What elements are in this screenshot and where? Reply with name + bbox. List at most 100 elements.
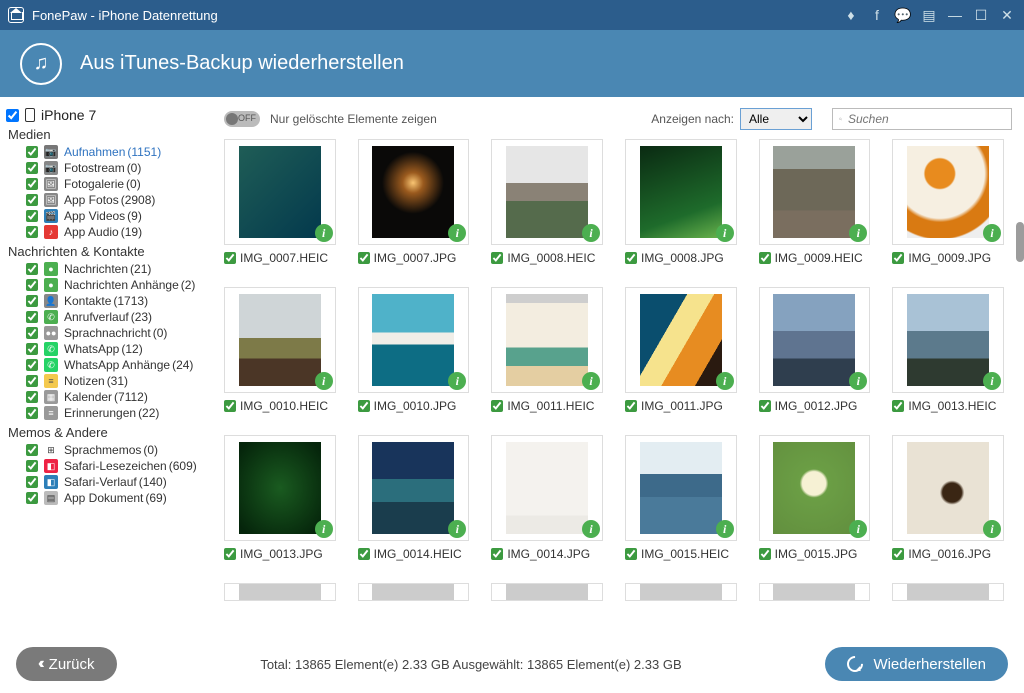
thumbnail-checkbox[interactable] xyxy=(759,548,771,560)
maximize-icon[interactable]: ☐ xyxy=(972,6,990,24)
thumbnail-checkbox[interactable] xyxy=(625,548,637,560)
search-input[interactable] xyxy=(848,112,1005,126)
sidebar-item[interactable]: ✆ WhatsApp (12) xyxy=(6,341,206,357)
thumbnail-card[interactable]: i xyxy=(625,287,737,393)
thumbnail[interactable]: i IMG_0013.JPG xyxy=(224,435,336,561)
thumbnail-checkbox[interactable] xyxy=(625,400,637,412)
thumbnail-card[interactable]: i xyxy=(224,139,336,245)
deleted-only-switch[interactable]: OFF xyxy=(224,111,260,127)
thumbnail-checkbox[interactable] xyxy=(224,252,236,264)
sidebar-item[interactable]: 🖼 App Fotos (2908) xyxy=(6,192,206,208)
thumbnail[interactable] xyxy=(759,583,871,601)
sidebar-item[interactable]: ⊞ Sprachmemos (0) xyxy=(6,442,206,458)
thumbnail-checkbox[interactable] xyxy=(892,252,904,264)
sidebar-item-checkbox[interactable] xyxy=(26,444,38,456)
thumbnail[interactable]: i IMG_0007.JPG xyxy=(358,139,470,265)
sidebar-item-checkbox[interactable] xyxy=(26,226,38,238)
thumbnail-checkbox[interactable] xyxy=(491,400,503,412)
sidebar-item-checkbox[interactable] xyxy=(26,146,38,158)
info-icon[interactable]: i xyxy=(448,520,466,538)
info-icon[interactable]: i xyxy=(315,520,333,538)
sidebar-item[interactable]: 👤 Kontakte (1713) xyxy=(6,293,206,309)
thumbnail[interactable]: i IMG_0011.HEIC xyxy=(491,287,603,413)
info-icon[interactable]: i xyxy=(849,372,867,390)
thumbnail-checkbox[interactable] xyxy=(892,548,904,560)
chat-icon[interactable]: 💬 xyxy=(894,6,912,24)
sidebar-item-checkbox[interactable] xyxy=(26,492,38,504)
minimize-icon[interactable]: — xyxy=(946,6,964,24)
thumbnail-card[interactable]: i xyxy=(224,287,336,393)
thumbnail[interactable]: i IMG_0009.HEIC xyxy=(759,139,871,265)
thumbnail[interactable]: i IMG_0008.JPG xyxy=(625,139,737,265)
thumbnail-card[interactable]: i xyxy=(892,435,1004,541)
sidebar-item-checkbox[interactable] xyxy=(26,178,38,190)
thumbnail-card[interactable]: i xyxy=(892,287,1004,393)
thumbnail-checkbox[interactable] xyxy=(224,548,236,560)
info-icon[interactable]: i xyxy=(849,224,867,242)
info-icon[interactable]: i xyxy=(582,372,600,390)
thumbnail-checkbox[interactable] xyxy=(759,400,771,412)
info-icon[interactable]: i xyxy=(983,520,1001,538)
thumbnail-card[interactable]: i xyxy=(491,435,603,541)
thumbnail-checkbox[interactable] xyxy=(892,400,904,412)
sidebar-item[interactable]: ● Nachrichten (21) xyxy=(6,261,206,277)
feedback-icon[interactable]: ▤ xyxy=(920,6,938,24)
thumbnail[interactable]: i IMG_0013.HEIC xyxy=(892,287,1004,413)
facebook-icon[interactable]: f xyxy=(868,6,886,24)
thumbnail-card[interactable]: i xyxy=(358,139,470,245)
info-icon[interactable]: i xyxy=(582,520,600,538)
thumbnail-card[interactable]: i xyxy=(759,139,871,245)
info-icon[interactable]: i xyxy=(716,520,734,538)
thumbnail-card[interactable]: i xyxy=(625,139,737,245)
thumbnail-checkbox[interactable] xyxy=(491,548,503,560)
thumbnail-card[interactable]: i xyxy=(491,287,603,393)
thumbnail-checkbox[interactable] xyxy=(491,252,503,264)
thumbnail[interactable]: i IMG_0011.JPG xyxy=(625,287,737,413)
sidebar-item[interactable]: ●● Sprachnachricht (0) xyxy=(6,325,206,341)
thumbnail[interactable] xyxy=(224,583,336,601)
info-icon[interactable]: i xyxy=(448,372,466,390)
info-icon[interactable]: i xyxy=(315,224,333,242)
thumbnail[interactable] xyxy=(491,583,603,601)
thumbnail-card[interactable]: i xyxy=(759,287,871,393)
sidebar-item-checkbox[interactable] xyxy=(26,162,38,174)
thumbnail-checkbox[interactable] xyxy=(224,400,236,412)
thumbnail-card[interactable] xyxy=(892,583,1004,601)
thumbnail-card[interactable]: i xyxy=(892,139,1004,245)
thumbnail-card[interactable] xyxy=(759,583,871,601)
diamond-icon[interactable]: ♦ xyxy=(842,6,860,24)
sidebar-item[interactable]: ▦ Kalender (7112) xyxy=(6,389,206,405)
sidebar-item-checkbox[interactable] xyxy=(26,391,38,403)
sidebar-item-checkbox[interactable] xyxy=(26,359,38,371)
thumbnail[interactable]: i IMG_0010.HEIC xyxy=(224,287,336,413)
thumbnail-card[interactable] xyxy=(625,583,737,601)
sidebar-item-checkbox[interactable] xyxy=(26,311,38,323)
device-root[interactable]: iPhone 7 xyxy=(6,107,206,123)
thumbnail-card[interactable]: i xyxy=(625,435,737,541)
info-icon[interactable]: i xyxy=(448,224,466,242)
sidebar-item-checkbox[interactable] xyxy=(26,460,38,472)
thumbnail-checkbox[interactable] xyxy=(358,252,370,264)
sidebar-item[interactable]: 🖼 Fotogalerie (0) xyxy=(6,176,206,192)
sidebar-item-checkbox[interactable] xyxy=(26,327,38,339)
info-icon[interactable]: i xyxy=(315,372,333,390)
thumbnail-grid-wrap[interactable]: i IMG_0007.HEIC i IMG_0007.JPG i IMG_000… xyxy=(224,139,1012,635)
thumbnail[interactable]: i IMG_0014.HEIC xyxy=(358,435,470,561)
thumbnail[interactable]: i IMG_0015.HEIC xyxy=(625,435,737,561)
info-icon[interactable]: i xyxy=(849,520,867,538)
thumbnail[interactable]: i IMG_0012.JPG xyxy=(759,287,871,413)
sidebar-item[interactable]: ≡ Notizen (31) xyxy=(6,373,206,389)
thumbnail[interactable]: i IMG_0010.JPG xyxy=(358,287,470,413)
info-icon[interactable]: i xyxy=(716,224,734,242)
scrollbar-thumb[interactable] xyxy=(1016,222,1024,262)
info-icon[interactable]: i xyxy=(582,224,600,242)
thumbnail-checkbox[interactable] xyxy=(759,252,771,264)
thumbnail[interactable] xyxy=(358,583,470,601)
sidebar-item-checkbox[interactable] xyxy=(26,279,38,291)
thumbnail[interactable] xyxy=(892,583,1004,601)
thumbnail[interactable]: i IMG_0009.JPG xyxy=(892,139,1004,265)
sidebar-item-checkbox[interactable] xyxy=(26,343,38,355)
device-checkbox[interactable] xyxy=(6,109,19,122)
thumbnail-card[interactable]: i xyxy=(491,139,603,245)
thumbnail[interactable]: i IMG_0008.HEIC xyxy=(491,139,603,265)
